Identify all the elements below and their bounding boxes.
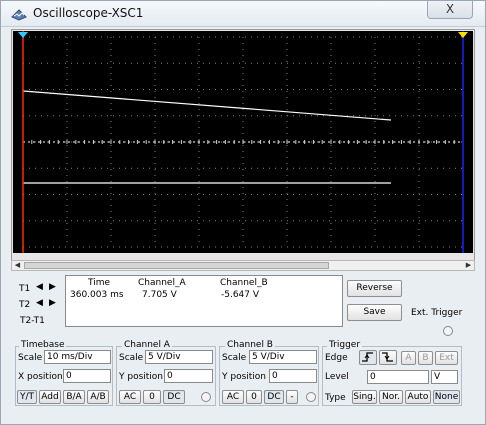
channel-b-scale-field[interactable]: 5 V/Div bbox=[249, 350, 317, 364]
header-time: Time bbox=[88, 278, 111, 288]
x-position-label: X position bbox=[18, 372, 63, 382]
channel-b-invert-button[interactable]: - bbox=[286, 390, 298, 404]
scrollbar-thumb[interactable] bbox=[24, 262, 329, 269]
channel-a-y-position-label: Y position bbox=[119, 372, 164, 382]
trigger-single-button[interactable]: Sing. bbox=[352, 390, 377, 404]
channel-a-ac-button[interactable]: AC bbox=[119, 390, 141, 404]
channel-a-terminal-icon[interactable] bbox=[201, 392, 211, 402]
trigger-level-field[interactable]: 0 bbox=[367, 370, 429, 384]
rising-edge-button[interactable] bbox=[359, 350, 377, 365]
channel-a-trace bbox=[22, 90, 392, 121]
close-button[interactable]: X bbox=[427, 1, 473, 19]
t1-label: T1 bbox=[19, 284, 31, 294]
cursor-t2-handle-icon bbox=[458, 32, 468, 38]
mode-ba-button[interactable]: B/A bbox=[63, 390, 85, 404]
channel-b-zero-button[interactable]: 0 bbox=[246, 390, 262, 404]
scope-screen bbox=[13, 31, 473, 253]
trigger-source-b-button[interactable]: B bbox=[418, 351, 433, 365]
t2-label: T2 bbox=[19, 300, 31, 310]
trigger-auto-button[interactable]: Auto bbox=[405, 390, 431, 404]
ext-trigger-label: Ext. Trigger bbox=[411, 308, 463, 318]
trigger-source-ext-button[interactable]: Ext bbox=[435, 351, 458, 365]
cursor-t1-handle-icon bbox=[18, 32, 28, 38]
channel-a-dc-button[interactable]: DC bbox=[163, 390, 185, 404]
timebase-title: Timebase bbox=[19, 340, 67, 350]
mode-add-button[interactable]: Add bbox=[39, 390, 61, 404]
measurement-readout: Time Channel_A Channel_B 360.003 ms 7.70… bbox=[65, 275, 343, 327]
reverse-button[interactable]: Reverse bbox=[347, 280, 402, 297]
channel-a-zero-button[interactable]: 0 bbox=[143, 390, 161, 404]
channel-b-y-position-label: Y position bbox=[222, 372, 267, 382]
scroll-right-icon[interactable]: ▶ bbox=[463, 261, 474, 270]
mode-yt-button[interactable]: Y/T bbox=[17, 390, 37, 404]
channel-b-terminal-icon[interactable] bbox=[306, 392, 316, 402]
window-title: Oscilloscope-XSC1 bbox=[33, 6, 144, 20]
trigger-type-label: Type bbox=[325, 393, 346, 403]
oscilloscope-window: Oscilloscope-XSC1 X ◀ ▶ T1 ◀ ▶ T2 ◀ ▶ T2… bbox=[0, 0, 486, 425]
timebase-scale-field[interactable]: 10 ms/Div bbox=[44, 350, 111, 364]
falling-edge-button[interactable] bbox=[379, 350, 397, 365]
trigger-edge-label: Edge bbox=[325, 353, 348, 363]
trigger-level-label: Level bbox=[325, 372, 349, 382]
oscilloscope-app-icon bbox=[11, 9, 27, 21]
channel-a-scale-field[interactable]: 5 V/Div bbox=[145, 350, 213, 364]
trigger-normal-button[interactable]: Nor. bbox=[379, 390, 403, 404]
channel-a-scale-label: Scale bbox=[119, 353, 144, 363]
channel-a-title: Channel A bbox=[122, 340, 172, 350]
channel-a-y-position-field[interactable]: 0 bbox=[164, 369, 213, 383]
t2-right-arrow-icon[interactable]: ▶ bbox=[47, 298, 58, 309]
t1-channel-b-value: -5.647 V bbox=[221, 290, 260, 300]
t2-t1-label: T2-T1 bbox=[20, 316, 45, 326]
x-position-field[interactable]: 0 bbox=[63, 369, 111, 383]
trigger-source-a-button[interactable]: A bbox=[401, 351, 416, 365]
trigger-none-button[interactable]: None bbox=[433, 390, 460, 404]
scope-graticule bbox=[18, 31, 468, 253]
horizontal-scrollbar[interactable]: ◀ ▶ bbox=[11, 260, 475, 271]
channel-b-dc-button[interactable]: DC bbox=[264, 390, 284, 404]
channel-b-y-position-field[interactable]: 0 bbox=[269, 369, 317, 383]
channel-b-ac-button[interactable]: AC bbox=[222, 390, 244, 404]
scroll-left-icon[interactable]: ◀ bbox=[12, 261, 23, 270]
timebase-scale-label: Scale bbox=[18, 353, 43, 363]
t1-left-arrow-icon[interactable]: ◀ bbox=[34, 282, 45, 293]
t1-time-value: 360.003 ms bbox=[70, 290, 124, 300]
close-icon: X bbox=[445, 2, 455, 16]
channel-b-title: Channel B bbox=[225, 340, 275, 350]
save-button[interactable]: Save bbox=[347, 304, 402, 321]
t1-channel-a-value: 7.705 V bbox=[142, 290, 177, 300]
rising-edge-icon bbox=[362, 352, 373, 362]
header-channel-b: Channel_B bbox=[220, 278, 268, 288]
title-bar: Oscilloscope-XSC1 X bbox=[1, 1, 485, 27]
mode-ab-button[interactable]: A/B bbox=[87, 390, 109, 404]
header-channel-a: Channel_A bbox=[138, 278, 186, 288]
trigger-level-unit[interactable]: V bbox=[431, 370, 458, 384]
ext-trigger-terminal-icon[interactable] bbox=[443, 326, 453, 336]
channel-b-scale-label: Scale bbox=[222, 353, 247, 363]
trigger-title: Trigger bbox=[327, 340, 363, 350]
t1-right-arrow-icon[interactable]: ▶ bbox=[47, 282, 58, 293]
falling-edge-icon bbox=[382, 352, 393, 362]
t2-left-arrow-icon[interactable]: ◀ bbox=[34, 298, 45, 309]
